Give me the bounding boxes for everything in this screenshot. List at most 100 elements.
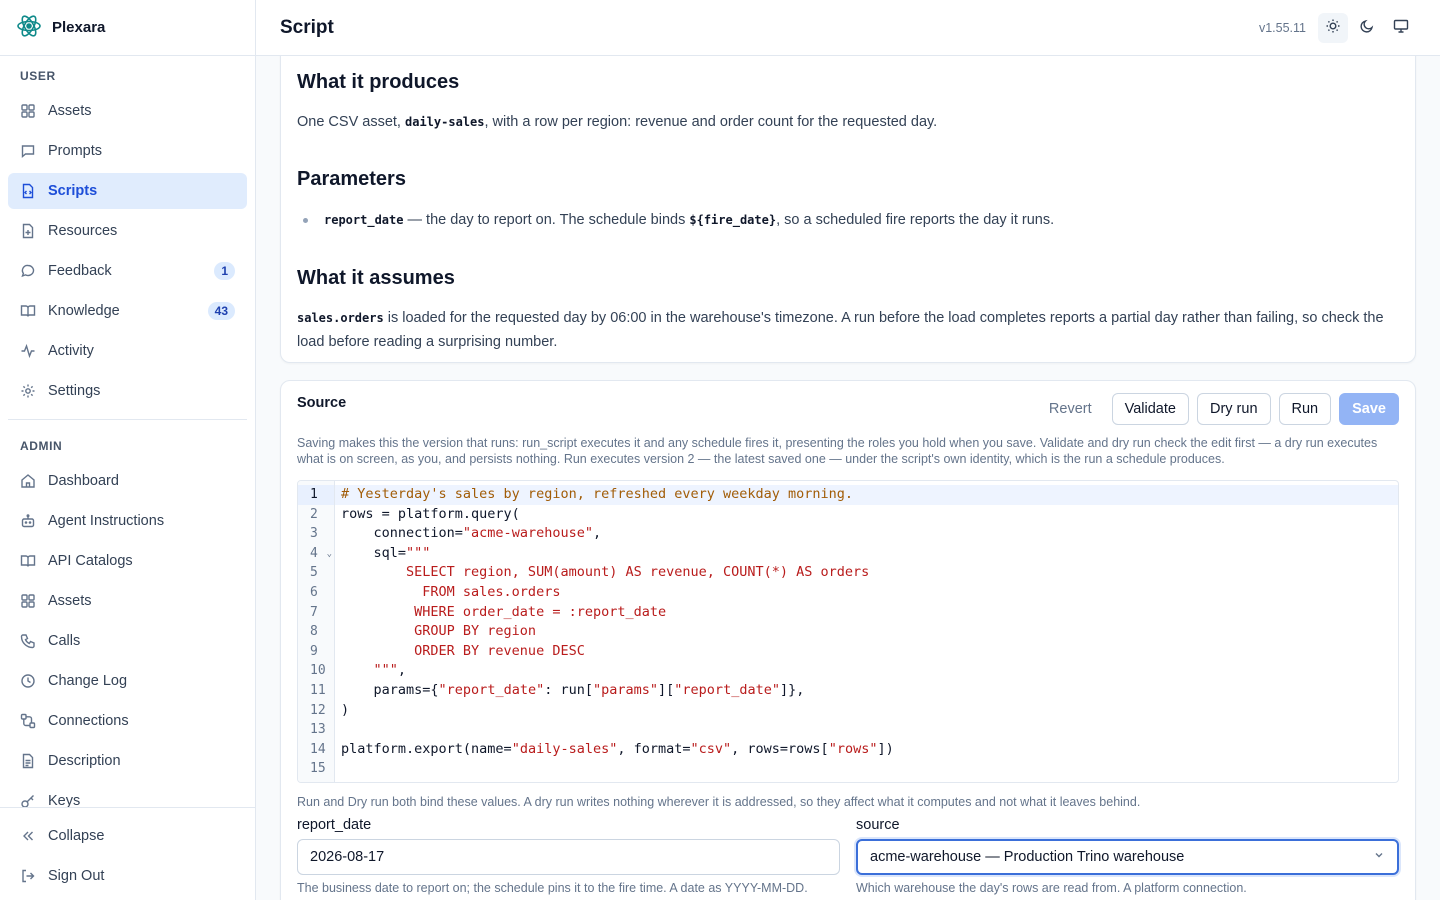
sidebar-item-connections[interactable]: Connections xyxy=(8,703,247,739)
log-out-icon xyxy=(20,868,36,884)
revert-button[interactable]: Revert xyxy=(1036,393,1104,425)
report-date-input[interactable]: 2026-08-17 xyxy=(297,839,840,875)
bot-icon xyxy=(20,513,36,529)
sidebar-item-calls[interactable]: Calls xyxy=(8,623,247,659)
monitor-icon xyxy=(1393,18,1409,37)
validate-button[interactable]: Validate xyxy=(1111,393,1189,425)
fold-chevron-icon[interactable]: ⌄ xyxy=(327,545,332,565)
sidebar-item-assets[interactable]: Assets xyxy=(8,93,247,129)
dark-theme-button[interactable] xyxy=(1352,13,1382,43)
bullet-dot xyxy=(303,218,308,223)
sidebar-item-label: Assets xyxy=(48,593,92,609)
sidebar-item-label: Dashboard xyxy=(48,473,119,489)
sidebar-item-label: Calls xyxy=(48,633,81,649)
moon-icon xyxy=(1359,18,1375,37)
feedback-count-badge: 1 xyxy=(214,262,235,280)
report-date-help: The business date to report on; the sche… xyxy=(297,881,808,895)
sidebar-item-settings[interactable]: Settings xyxy=(8,373,247,409)
nav: USER Assets Prompts Scripts Resources Fe… xyxy=(0,56,255,807)
sidebar-item-resources[interactable]: Resources xyxy=(8,213,247,249)
code-line: FROM sales.orders xyxy=(341,583,561,600)
sidebar-item-label: Settings xyxy=(48,383,101,399)
grid-icon xyxy=(20,593,36,609)
assumes-text: sales.orders is loaded for the requested… xyxy=(297,310,1384,350)
parameters-heading: Parameters xyxy=(297,168,406,190)
sidebar-item-label: API Catalogs xyxy=(48,553,133,569)
code-line: ORDER BY revenue DESC xyxy=(341,642,585,659)
sidebar-item-change-log[interactable]: Change Log xyxy=(8,663,247,699)
code-line: params={"report_date": run["params"]["re… xyxy=(341,681,805,698)
line-number: 14 xyxy=(310,741,326,757)
sidebar-item-label: Activity xyxy=(48,343,94,359)
activity-icon xyxy=(20,343,36,359)
run-button[interactable]: Run xyxy=(1278,393,1332,425)
sidebar-item-prompts[interactable]: Prompts xyxy=(8,133,247,169)
sidebar-item-label: Feedback xyxy=(48,263,112,279)
section-label-user: USER xyxy=(20,69,56,83)
params-note: Run and Dry run both bind these values. … xyxy=(297,795,1141,809)
source-help: Which warehouse the day's rows are read … xyxy=(856,881,1247,895)
line-number: 4 ⌄ xyxy=(298,544,334,564)
source-title: Source xyxy=(297,395,347,411)
code-line: """, xyxy=(341,662,407,679)
report-date-label: report_date xyxy=(297,817,372,833)
gear-icon xyxy=(20,383,36,399)
sidebar-item-knowledge[interactable]: Knowledge 43 xyxy=(8,293,247,329)
book-icon xyxy=(20,553,36,569)
sidebar-item-label: Prompts xyxy=(48,143,102,159)
sidebar-item-dashboard[interactable]: Dashboard xyxy=(8,463,247,499)
code-line: GROUP BY region xyxy=(341,623,537,640)
sidebar-item-label: Description xyxy=(48,753,121,769)
code-line: SELECT region, SUM(amount) AS revenue, C… xyxy=(341,564,870,581)
dry-run-button[interactable]: Dry run xyxy=(1196,393,1271,425)
parameter-bullet: report_date — the day to report on. The … xyxy=(297,209,1399,231)
chevron-down-icon xyxy=(1373,849,1385,865)
sidebar-item-agent-instructions[interactable]: Agent Instructions xyxy=(8,503,247,539)
message-circle-icon xyxy=(20,263,36,279)
grid-icon xyxy=(20,103,36,119)
report-date-param: report_date 2026-08-17 The business date… xyxy=(297,817,840,895)
sign-out-label: Sign Out xyxy=(48,868,105,884)
sun-icon xyxy=(1325,18,1341,37)
source-select[interactable]: acme-warehouse — Production Trino wareho… xyxy=(856,839,1399,875)
code-area[interactable]: # Yesterday's sales by region, refreshed… xyxy=(335,481,1398,782)
brand[interactable]: Plexara xyxy=(0,0,255,56)
line-number: 1 xyxy=(298,485,334,505)
sidebar-item-label: Resources xyxy=(48,223,118,239)
parameters-form: report_date 2026-08-17 The business date… xyxy=(297,817,1399,895)
produces-text: One CSV asset, daily-sales, with a row p… xyxy=(297,114,938,130)
line-number: 2 xyxy=(310,506,318,522)
save-button[interactable]: Save xyxy=(1339,393,1399,425)
sidebar-item-description[interactable]: Description xyxy=(8,743,247,779)
light-theme-button[interactable] xyxy=(1318,12,1348,43)
main-content: What it produces One CSV asset, daily-sa… xyxy=(256,56,1440,900)
sidebar-item-admin-assets[interactable]: Assets xyxy=(8,583,247,619)
source-param: source acme-warehouse — Production Trino… xyxy=(856,817,1399,895)
home-icon xyxy=(20,473,36,489)
code-editor[interactable]: 1 2 3 4 ⌄ 5 6 7 8 9 10 11 12 13 14 15 # Yesterday's sal… xyxy=(297,480,1399,783)
sidebar-item-activity[interactable]: Activity xyxy=(8,333,247,369)
version-label: v1.55.11 xyxy=(1258,20,1306,35)
sidebar-item-scripts[interactable]: Scripts xyxy=(8,173,247,209)
system-theme-button[interactable] xyxy=(1386,13,1416,43)
key-icon xyxy=(20,793,36,807)
line-number: 10 xyxy=(310,663,326,679)
collapse-label: Collapse xyxy=(48,828,105,844)
line-number-gutter: 1 2 3 4 ⌄ 5 6 7 8 9 10 11 12 13 14 15 xyxy=(298,481,335,782)
sign-out-button[interactable]: Sign Out xyxy=(8,858,247,894)
sidebar-item-label: Knowledge xyxy=(48,303,120,319)
connections-icon xyxy=(20,713,36,729)
book-open-icon xyxy=(20,303,36,319)
sidebar-item-api-catalogs[interactable]: API Catalogs xyxy=(8,543,247,579)
sidebar: Plexara USER Assets Prompts Scripts Reso… xyxy=(0,0,256,900)
source-card: Source Revert Validate Dry run Run Save … xyxy=(280,380,1416,900)
collapse-button[interactable]: Collapse xyxy=(8,818,247,854)
sidebar-item-keys[interactable]: Keys xyxy=(8,783,247,807)
code-line: platform.export(name="daily-sales", form… xyxy=(341,740,894,757)
sidebar-item-feedback[interactable]: Feedback 1 xyxy=(8,253,247,289)
code-line: ) xyxy=(341,701,350,718)
sidebar-item-label: Assets xyxy=(48,103,92,119)
clock-icon xyxy=(20,673,36,689)
